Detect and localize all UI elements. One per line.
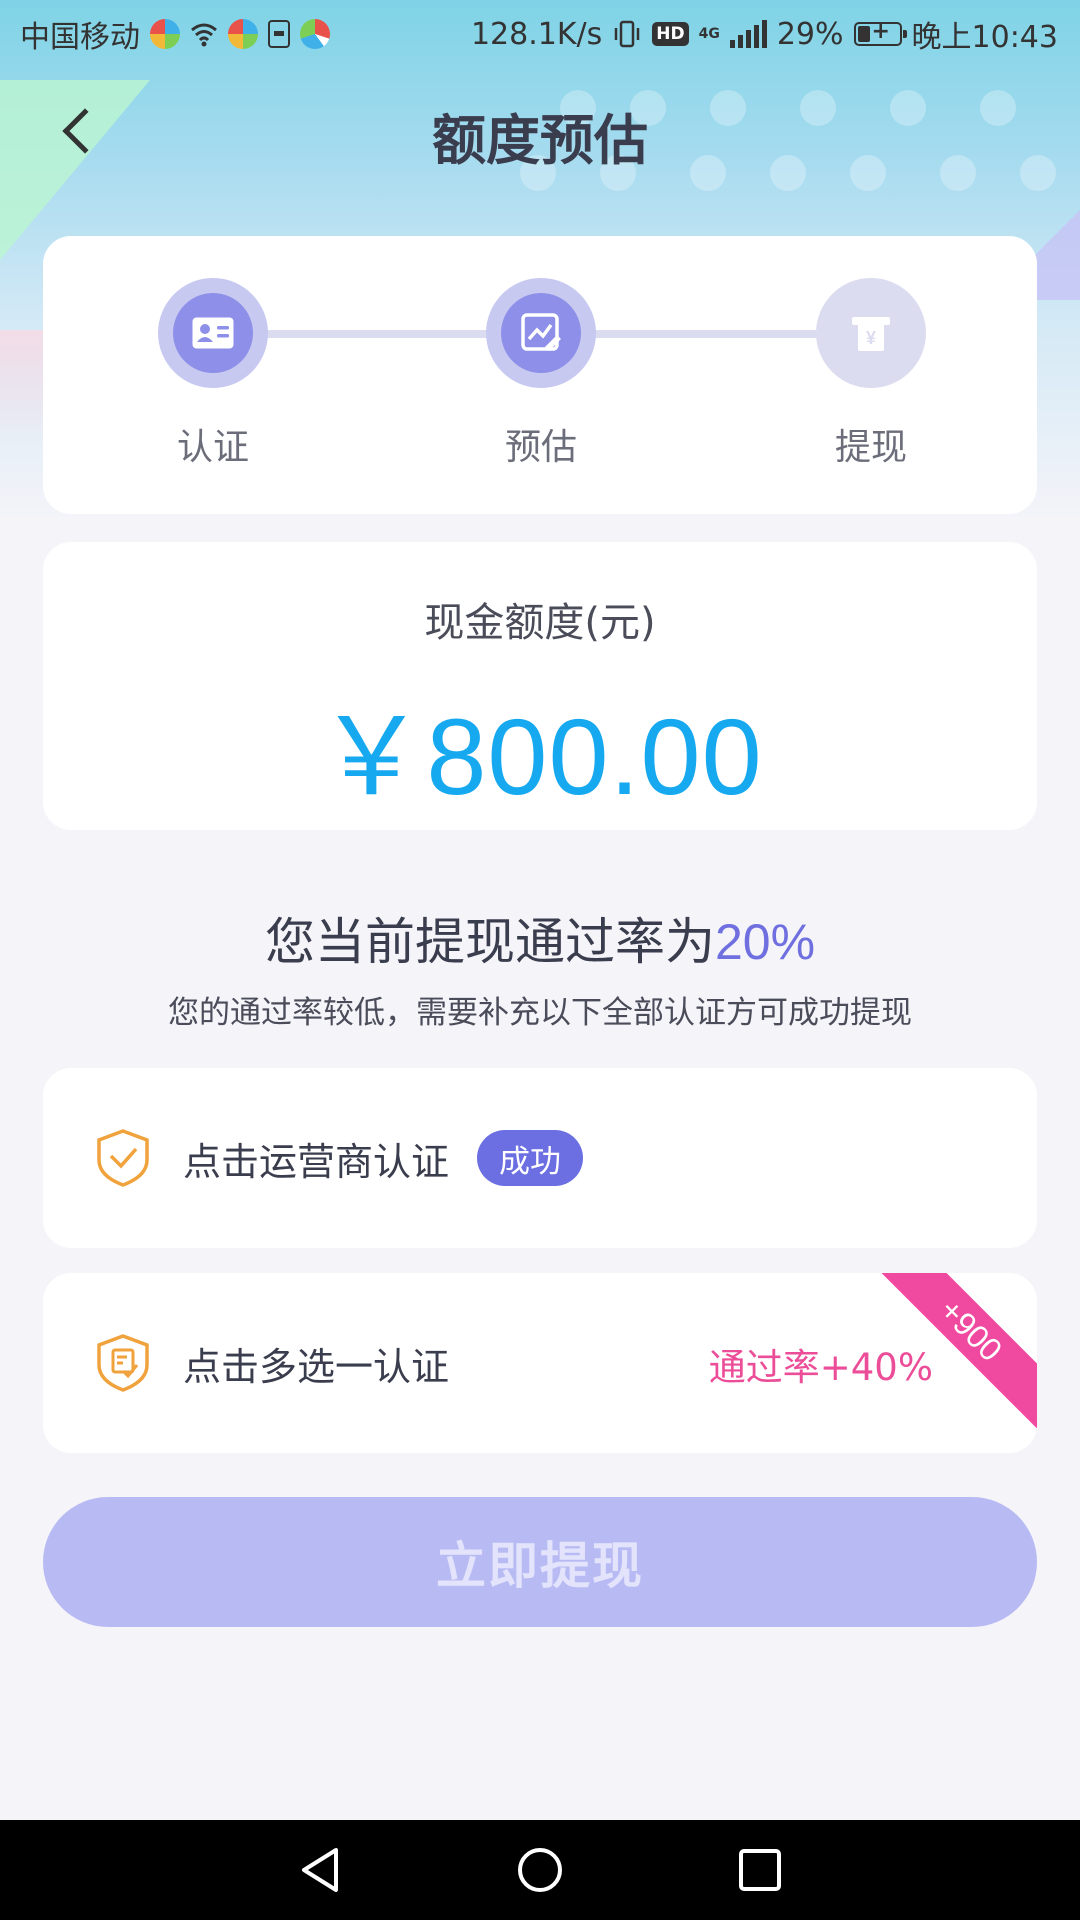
svg-text:¥: ¥ xyxy=(866,328,876,348)
nav-header: 额度预估 xyxy=(0,68,1080,198)
clock: 晚上10:43 xyxy=(911,20,1058,55)
nav-back-button[interactable] xyxy=(294,1844,346,1896)
app-notification-icon xyxy=(228,19,258,49)
network-speed: 128.1K/s xyxy=(470,16,603,52)
nav-home-button[interactable] xyxy=(514,1844,566,1896)
carrier-name: 中国移动 xyxy=(20,20,140,55)
battery-icon: + xyxy=(853,19,907,46)
step-withdraw: ¥ 提现 xyxy=(791,278,951,470)
sim-card-icon xyxy=(268,20,290,48)
hd-voice-badge: HD xyxy=(652,22,689,46)
shield-check-icon xyxy=(95,1128,151,1188)
step-label: 认证 xyxy=(176,427,249,468)
signal-strength-icon xyxy=(729,20,767,48)
status-bar: 中国移动 128.1K/s HD 4G 29% + 晚上10:43 xyxy=(0,0,1080,68)
shield-document-icon xyxy=(95,1333,151,1393)
success-badge: 成功 xyxy=(477,1130,584,1186)
carrier-verification-item[interactable]: 点击运营商认证 成功 xyxy=(43,1068,1037,1248)
progress-steps-card: 认证 预估 ¥ 提现 xyxy=(43,236,1037,514)
system-navigation-bar xyxy=(0,1820,1080,1920)
verification-label: 点击多选一认证 xyxy=(183,1344,450,1389)
square-recents-icon xyxy=(739,1849,781,1891)
step-label: 提现 xyxy=(834,427,907,468)
pass-rate-prefix: 您当前提现通过率为 xyxy=(264,913,715,971)
step-verify: 认证 xyxy=(133,278,293,470)
network-type: 4G xyxy=(698,26,720,42)
withdraw-now-button[interactable]: 立即提现 xyxy=(43,1497,1037,1627)
step-label: 预估 xyxy=(504,427,577,468)
circle-home-icon xyxy=(518,1848,562,1892)
multi-choice-verification-item[interactable]: 点击多选一认证 通过率+40% +900 xyxy=(43,1273,1037,1453)
vibrate-icon xyxy=(612,19,642,49)
pass-rate-value: 20% xyxy=(714,914,816,970)
cash-limit-value: ￥800.00 xyxy=(317,696,763,817)
triangle-back-icon xyxy=(302,1848,338,1892)
wifi-icon xyxy=(190,20,218,48)
battery-percent: 29% xyxy=(776,16,844,52)
app-notification-icon xyxy=(150,19,180,49)
cash-limit-label: 现金额度(元) xyxy=(424,600,656,646)
page-title: 额度预估 xyxy=(432,109,648,172)
verification-label: 点击运营商认证 xyxy=(183,1139,450,1184)
chart-edit-icon xyxy=(501,293,581,373)
app-notification-icon xyxy=(300,19,330,49)
pass-rate-heading: 您当前提现通过率为20% xyxy=(0,902,1080,974)
yen-withdraw-icon: ¥ xyxy=(831,293,911,373)
nav-recents-button[interactable] xyxy=(734,1844,786,1896)
id-card-icon xyxy=(173,293,253,373)
step-estimate: 预估 xyxy=(461,278,621,470)
pass-rate-description: 您的通过率较低，需要补充以下全部认证方可成功提现 xyxy=(168,995,912,1031)
pass-rate-bonus: 通过率+40% xyxy=(708,1346,933,1389)
screen: 中国移动 128.1K/s HD 4G 29% + 晚上10:43 额度预估 认… xyxy=(0,0,1080,1920)
cash-limit-card: 现金额度(元) ￥800.00 xyxy=(43,542,1037,830)
